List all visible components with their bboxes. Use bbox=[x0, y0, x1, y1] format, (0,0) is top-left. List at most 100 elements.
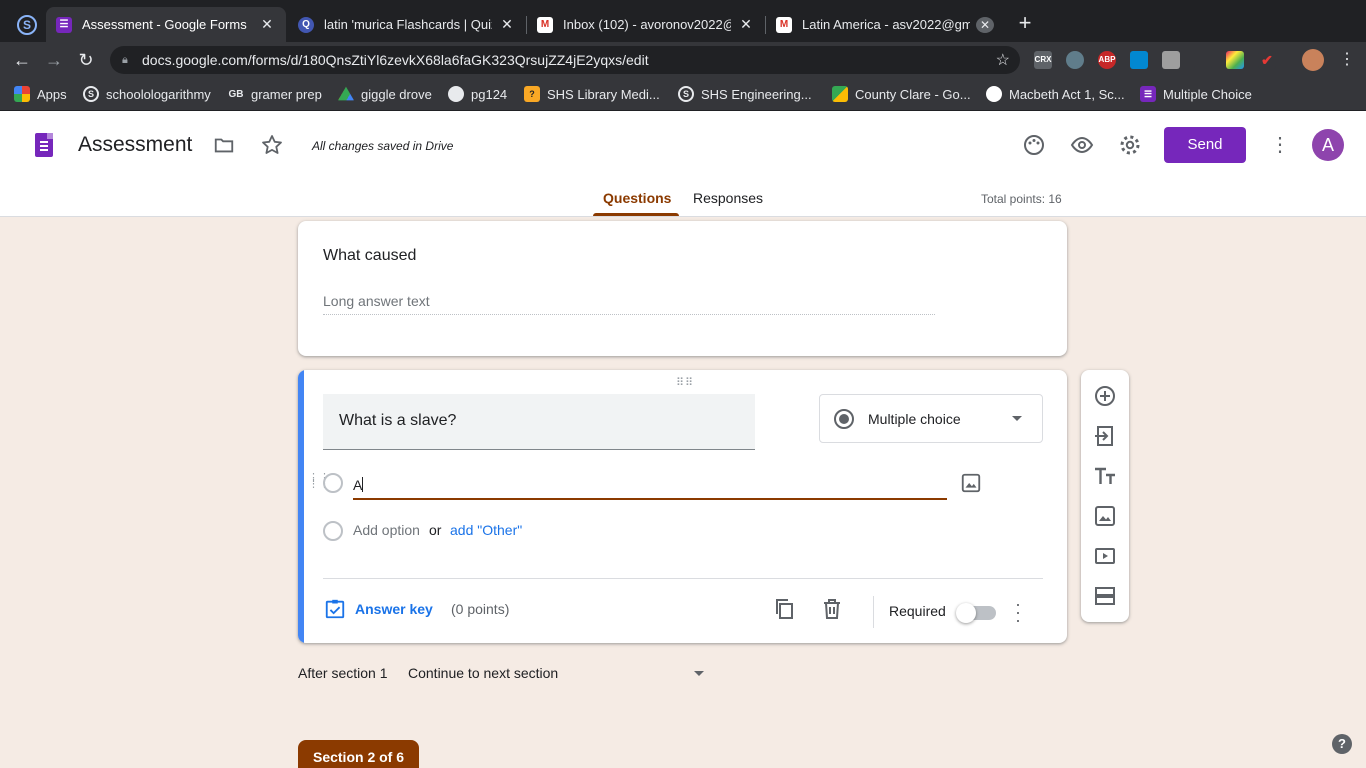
reload-icon[interactable]: ↻ bbox=[73, 47, 99, 73]
apps-grid-icon bbox=[14, 86, 30, 102]
add-image-icon[interactable] bbox=[960, 472, 982, 494]
tab-responses[interactable]: Responses bbox=[693, 190, 763, 206]
bookmark-shs-engineering[interactable]: S SHS Engineering... bbox=[678, 85, 812, 103]
answer-key-checkbox-icon[interactable] bbox=[324, 598, 346, 620]
gmail-icon: M bbox=[776, 16, 792, 33]
browser-menu-icon[interactable]: ⋮ bbox=[1334, 47, 1360, 73]
bookmark-multiple-choice[interactable]: ☰ Multiple Choice bbox=[1140, 85, 1252, 103]
add-title-icon[interactable] bbox=[1093, 464, 1117, 488]
answer-key-button[interactable]: Answer key bbox=[355, 601, 433, 617]
bookmark-macbeth[interactable]: Macbeth Act 1, Sc... bbox=[986, 85, 1125, 103]
question-card-previous[interactable]: What caused Long answer text bbox=[298, 221, 1067, 356]
bookmark-county-clare[interactable]: County Clare - Go... bbox=[832, 85, 971, 103]
close-tab-icon[interactable]: ✕ bbox=[258, 16, 276, 33]
address-bar[interactable]: 🔒︎ docs.google.com/forms/d/180QnsZtiYl6z… bbox=[110, 46, 1020, 74]
bookmark-label: Macbeth Act 1, Sc... bbox=[1009, 86, 1125, 102]
star-icon[interactable] bbox=[260, 133, 284, 157]
back-arrow-icon[interactable]: ← bbox=[9, 47, 35, 73]
browser-tab-quizlet[interactable]: Q latin 'murica Flashcards | Quizl ✕ bbox=[288, 7, 526, 42]
settings-gear-icon[interactable] bbox=[1118, 133, 1142, 157]
footer-divider bbox=[873, 596, 874, 628]
bookmark-label: Apps bbox=[37, 86, 67, 102]
add-other-link[interactable]: add "Other" bbox=[450, 522, 522, 538]
add-question-icon[interactable] bbox=[1093, 384, 1117, 408]
question-more-options-icon[interactable]: · · · bbox=[1013, 595, 1023, 629]
delete-trash-icon[interactable] bbox=[820, 597, 844, 621]
folder-icon[interactable] bbox=[213, 134, 235, 156]
close-tab-icon[interactable]: ✕ bbox=[976, 16, 994, 33]
drive-icon bbox=[338, 86, 354, 101]
color-extension-icon[interactable] bbox=[1226, 51, 1244, 69]
option-radio-icon bbox=[323, 473, 343, 493]
browser-tab-forms[interactable]: ☰ Assessment - Google Forms ✕ bbox=[46, 7, 286, 42]
or-text: or bbox=[429, 522, 442, 538]
feedly-extension-icon[interactable] bbox=[1130, 51, 1148, 69]
bookmark-label: pg124 bbox=[471, 86, 508, 102]
card-divider bbox=[323, 578, 1043, 579]
add-option-radio-icon bbox=[323, 521, 343, 541]
option-input[interactable]: A bbox=[353, 472, 947, 500]
question-card-active[interactable]: ⠿⠿ What is a slave? Multiple choice ⋮⋮ ⋮⋮… bbox=[298, 370, 1067, 643]
more-options-icon[interactable]: ⋮ bbox=[1270, 133, 1290, 157]
duplicate-icon[interactable] bbox=[772, 597, 796, 621]
bookmark-label: schoolologarithmy bbox=[106, 86, 211, 102]
schoology-profile-icon[interactable]: S bbox=[17, 15, 37, 35]
preview-eye-icon[interactable] bbox=[1070, 133, 1094, 157]
bookmark-giggle-drove[interactable]: giggle drove bbox=[338, 85, 432, 103]
browser-tab-gmail-inbox[interactable]: M Inbox (102) - avoronov2022@s ✕ bbox=[527, 7, 765, 42]
adblock-extension-icon[interactable]: ABP bbox=[1098, 51, 1116, 69]
forms-logo-icon[interactable] bbox=[35, 133, 53, 157]
bookmark-gramer-prep[interactable]: GB gramer prep bbox=[228, 85, 322, 103]
owl-extension-icon[interactable] bbox=[1066, 51, 1084, 69]
palette-icon[interactable] bbox=[1022, 133, 1046, 157]
tab-title: Latin America - asv2022@gma bbox=[802, 17, 970, 32]
tab-questions[interactable]: Questions bbox=[603, 190, 671, 206]
add-option-link[interactable]: Add option bbox=[353, 522, 420, 538]
question-title-input[interactable]: What is a slave? bbox=[323, 394, 755, 450]
browser-tab-gmail-latin[interactable]: M Latin America - asv2022@gma ✕ bbox=[766, 7, 1004, 42]
import-questions-icon[interactable] bbox=[1093, 424, 1117, 448]
dropdown-arrow-icon[interactable] bbox=[694, 671, 704, 676]
forms-header: Assessment All changes saved in Drive Se… bbox=[0, 111, 1366, 217]
new-tab-icon[interactable]: + bbox=[1013, 10, 1037, 36]
send-button[interactable]: Send bbox=[1164, 127, 1246, 163]
help-icon[interactable]: ? bbox=[1332, 734, 1352, 754]
bookmark-shs-library[interactable]: ? SHS Library Medi... bbox=[524, 85, 660, 103]
question-type-label: Multiple choice bbox=[868, 410, 961, 427]
schoology-icon: S bbox=[678, 86, 694, 102]
tab-title: Assessment - Google Forms bbox=[82, 17, 247, 32]
bookmark-label: Multiple Choice bbox=[1163, 86, 1252, 102]
required-toggle-thumb[interactable] bbox=[956, 603, 976, 623]
after-section-dropdown[interactable]: Continue to next section bbox=[408, 665, 558, 681]
forward-arrow-icon[interactable]: → bbox=[41, 47, 67, 73]
bookmark-schoolologarithmy[interactable]: S schoolologarithmy bbox=[83, 85, 211, 103]
url-text[interactable]: docs.google.com/forms/d/180QnsZtiYl6zevk… bbox=[142, 52, 996, 68]
hidden-extension-icon[interactable] bbox=[1194, 51, 1212, 69]
red-extension-icon[interactable]: ✔ bbox=[1258, 51, 1276, 69]
crx-extension-icon[interactable]: CRX bbox=[1034, 51, 1052, 69]
close-tab-icon[interactable]: ✕ bbox=[737, 16, 755, 33]
add-video-icon[interactable] bbox=[1093, 544, 1117, 568]
option-drag-handle-icon[interactable]: ⋮⋮ ⋮⋮ bbox=[308, 473, 330, 490]
question-type-dropdown[interactable]: Multiple choice bbox=[819, 394, 1043, 443]
close-tab-icon[interactable]: ✕ bbox=[498, 16, 516, 33]
bookmark-label: SHS Engineering... bbox=[701, 86, 812, 102]
bookmark-pg124[interactable]: pg124 bbox=[448, 85, 507, 103]
schoology-icon: S bbox=[83, 86, 99, 102]
briefcase-extension-icon[interactable] bbox=[1162, 51, 1180, 69]
question-toolbar bbox=[1081, 370, 1129, 622]
bookmark-apps[interactable]: Apps bbox=[14, 85, 67, 103]
profile-avatar[interactable] bbox=[1302, 49, 1324, 71]
account-avatar[interactable]: A bbox=[1312, 129, 1344, 161]
forms-icon: ☰ bbox=[1140, 86, 1156, 102]
card-drag-handle-icon[interactable]: ⠿⠿ bbox=[676, 376, 694, 389]
radio-button-icon bbox=[834, 408, 854, 429]
bookmark-star-icon[interactable]: ☆ bbox=[996, 50, 1010, 70]
forms-icon: ☰ bbox=[56, 16, 72, 33]
gmail-icon: M bbox=[537, 16, 553, 33]
tab-title: latin 'murica Flashcards | Quizl bbox=[324, 17, 492, 32]
form-title[interactable]: Assessment bbox=[78, 133, 192, 157]
add-image-icon[interactable] bbox=[1093, 504, 1117, 528]
add-section-icon[interactable] bbox=[1093, 584, 1117, 608]
total-points: Total points: 16 bbox=[981, 192, 1062, 206]
